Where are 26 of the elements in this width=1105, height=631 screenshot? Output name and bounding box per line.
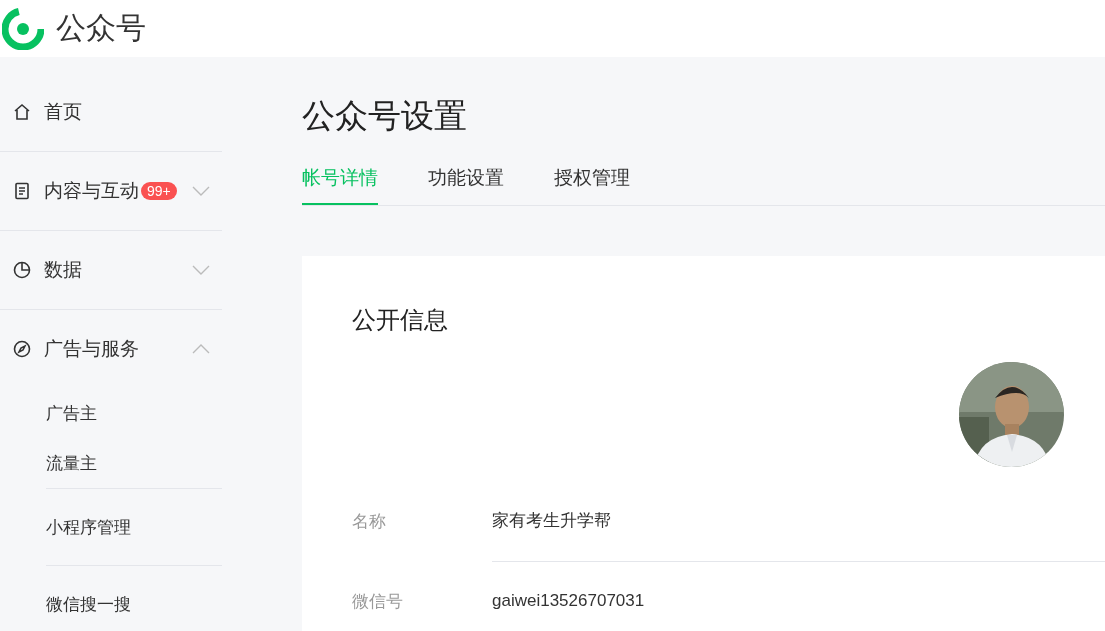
chevron-down-icon[interactable] [192, 265, 210, 275]
field-value: gaiwei13526707031 [492, 590, 645, 611]
menu-item[interactable]: 数据 [44, 257, 82, 283]
menu-item[interactable]: 内容与互动 [44, 178, 139, 204]
tab[interactable]: 授权管理 [554, 165, 630, 205]
menu-item[interactable]: 首页 [44, 99, 82, 125]
submenu-item[interactable]: 广告主 [0, 388, 222, 438]
submenu-item[interactable]: 流量主 [0, 438, 222, 488]
chevron-down-icon[interactable] [192, 186, 210, 196]
field-label: 微信号 [352, 590, 404, 613]
field-label: 名称 [352, 510, 387, 533]
chevron-up-icon[interactable] [192, 344, 210, 354]
menu-item[interactable]: 小程序管理 [46, 488, 222, 566]
home-icon [12, 102, 32, 122]
logo-icon [2, 7, 44, 50]
count-badge: 99+ [141, 182, 177, 200]
compass-icon [12, 339, 32, 359]
tab[interactable]: 功能设置 [428, 165, 504, 205]
document-icon [12, 181, 32, 201]
brand-name: 公众号 [56, 10, 146, 46]
section-title: 公开信息 [352, 305, 449, 335]
menu-item[interactable]: 微信搜一搜 [46, 566, 222, 631]
pie-chart-icon [12, 260, 32, 280]
page-title: 公众号设置 [302, 96, 468, 136]
menu-item[interactable]: 广告与服务 [44, 336, 139, 362]
field-value: 家有考生升学帮 [492, 510, 611, 532]
